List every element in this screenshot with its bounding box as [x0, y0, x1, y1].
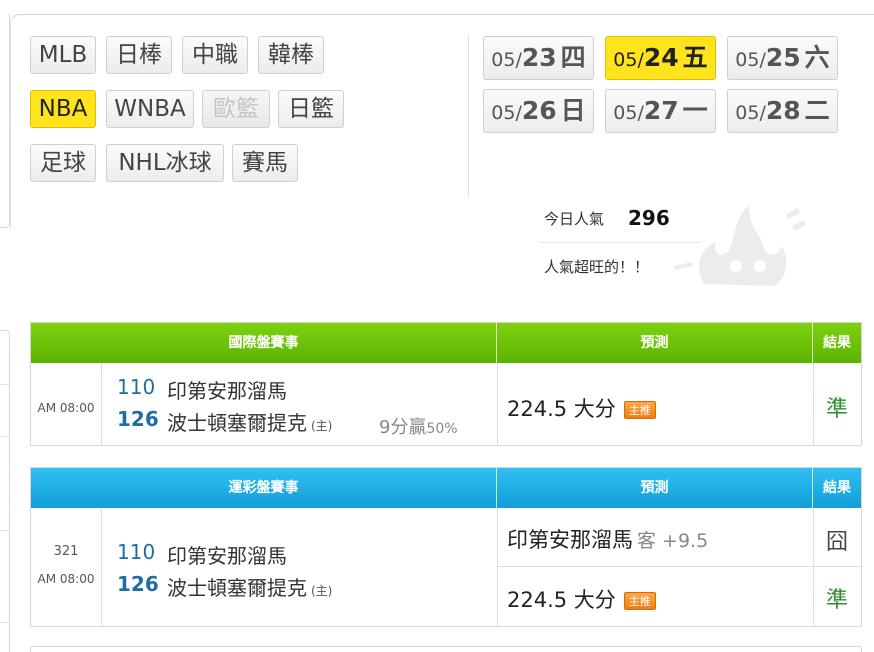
date-day: 28	[765, 96, 801, 125]
date-weekday: 一	[682, 96, 708, 125]
prediction-text: 印第安那溜馬客 +9.5	[507, 524, 708, 554]
home-team[interactable]: 波士頓塞爾提克 (主)	[167, 572, 332, 601]
result-mark: 準	[825, 588, 848, 613]
left-panel-divider	[0, 384, 10, 385]
table-row: AM 08:00 110 印第安那溜馬 126 波士頓塞爾提克 (主) 9分贏50…	[31, 363, 861, 445]
date-day: 26	[521, 96, 557, 125]
cell-divider	[101, 363, 102, 445]
date-weekday: 五	[682, 43, 708, 72]
recommend-badge: 主推	[623, 592, 656, 610]
cell-divider	[101, 508, 102, 626]
home-team[interactable]: 波士頓塞爾提克 (主)	[167, 407, 332, 436]
date-weekday: 二	[804, 96, 830, 125]
league-button-mlb[interactable]: MLB	[30, 36, 96, 74]
date-month: 05/	[735, 49, 766, 71]
game-time: AM 08:00	[37, 401, 95, 415]
away-score: 110	[117, 375, 156, 399]
league-button-euro-basketball: 歐籃	[202, 90, 270, 128]
away-team[interactable]: 印第安那溜馬	[167, 540, 287, 569]
home-team-name: 波士頓塞爾提克	[167, 576, 307, 600]
left-panel-divider	[0, 530, 10, 531]
date-weekday: 四	[560, 43, 586, 72]
date-button-0525[interactable]: 05/25 六	[727, 36, 838, 80]
result-mark: 準	[825, 397, 848, 422]
game-number: 321	[53, 544, 79, 559]
international-table: 國際盤賽事 預測 結果 AM 08:00 110 印第安那溜馬 126 波士頓塞…	[30, 322, 862, 446]
date-day: 27	[643, 96, 679, 125]
cell-divider	[497, 363, 498, 445]
league-button-horse-racing[interactable]: 賽馬	[232, 144, 298, 182]
column-header-prediction: 預測	[497, 323, 813, 363]
result-mark: 囧	[825, 530, 848, 555]
international-table-header: 國際盤賽事 預測 結果	[31, 323, 861, 363]
date-button-0524[interactable]: 05/24 五	[605, 36, 716, 80]
home-score: 126	[117, 572, 159, 596]
prediction-text: 224.5 大分 主推	[507, 584, 656, 614]
date-button-0523[interactable]: 05/23 四	[483, 36, 594, 80]
column-header-result: 結果	[823, 480, 851, 496]
date-day: 24	[643, 43, 679, 72]
fire-mascot-icon	[674, 204, 806, 286]
left-panel-divider	[0, 622, 10, 623]
date-day: 25	[765, 43, 801, 72]
league-button-soccer[interactable]: 足球	[30, 144, 96, 182]
prediction-text: 224.5 大分 主推	[507, 393, 656, 423]
league-button-npb[interactable]: 日棒	[106, 36, 172, 74]
league-button-japan-basketball[interactable]: 日籃	[278, 90, 344, 128]
date-button-0527[interactable]: 05/27 一	[605, 89, 716, 133]
cell-divider	[497, 508, 498, 626]
page: MLB 日棒 中職 韓棒 NBA WNBA 歐籃 日籃 足球 NHL冰球 賽馬 …	[0, 0, 874, 652]
prediction-value: 印第安那溜馬	[507, 528, 633, 552]
league-button-cpbl[interactable]: 中職	[182, 36, 248, 74]
column-header-result: 結果	[823, 335, 851, 351]
home-score: 126	[117, 407, 159, 431]
margin-text: 9分贏	[379, 417, 427, 438]
sports-lottery-table: 運彩盤賽事 預測 結果 321 AM 08:00 110 印第安那溜馬 126 …	[30, 467, 863, 627]
filter-divider	[468, 36, 469, 198]
left-panel-divider	[0, 436, 10, 437]
game-time: AM 08:00	[37, 572, 95, 586]
date-month: 05/	[491, 49, 522, 71]
league-button-kbo[interactable]: 韓棒	[258, 36, 324, 74]
host-mark: (主)	[311, 584, 333, 598]
date-month: 05/	[613, 49, 644, 71]
date-month: 05/	[735, 102, 766, 124]
popularity-message: 人氣超旺的！！	[544, 258, 650, 276]
prediction-value: 224.5 大分	[507, 588, 616, 612]
date-month: 05/	[613, 102, 644, 124]
column-header-event: 運彩盤賽事	[31, 468, 497, 508]
next-table-edge	[30, 646, 862, 652]
date-weekday: 日	[560, 96, 586, 125]
left-panel-edge	[0, 14, 10, 228]
prediction-value: 224.5 大分	[507, 397, 616, 421]
left-panel-edge	[0, 330, 10, 652]
date-button-0526[interactable]: 05/26 日	[483, 89, 594, 133]
home-team-name: 波士頓塞爾提克	[167, 411, 307, 435]
date-button-0528[interactable]: 05/28 二	[727, 89, 838, 133]
league-button-nba[interactable]: NBA	[30, 90, 96, 128]
away-team[interactable]: 印第安那溜馬	[167, 375, 287, 404]
prediction-side: 客 +9.5	[637, 530, 709, 552]
table-row: 321 AM 08:00 110 印第安那溜馬 126 波士頓塞爾提克 (主) 印…	[31, 508, 863, 626]
date-weekday: 六	[804, 43, 830, 72]
row-divider	[497, 566, 863, 567]
date-day: 23	[521, 43, 557, 72]
league-button-nhl[interactable]: NHL冰球	[106, 144, 224, 182]
column-header-event: 國際盤賽事	[31, 323, 497, 363]
sports-lottery-table-header: 運彩盤賽事 預測 結果	[31, 468, 861, 508]
popularity-label: 今日人氣	[544, 210, 605, 228]
host-mark: (主)	[311, 419, 333, 433]
recommend-badge: 主推	[623, 401, 656, 419]
away-score: 110	[117, 540, 156, 564]
column-header-prediction: 預測	[497, 468, 813, 508]
margin-percent: 50%	[426, 421, 458, 437]
league-button-wnba[interactable]: WNBA	[106, 90, 194, 128]
date-month: 05/	[491, 102, 522, 124]
margin-note: 9分贏50%	[379, 413, 458, 439]
